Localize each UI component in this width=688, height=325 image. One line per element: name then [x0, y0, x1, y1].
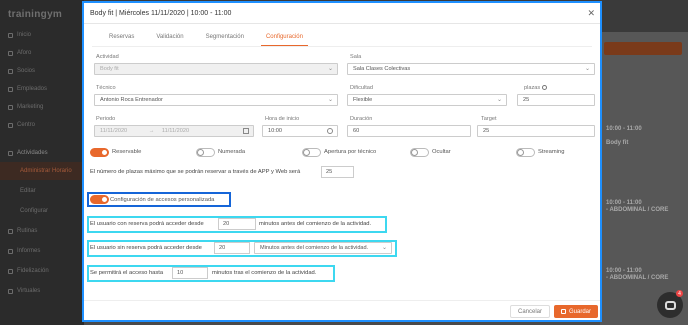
- dificultad-select[interactable]: Flexible ⌄: [347, 94, 507, 106]
- hora-inicio-label: Hora de inicio: [265, 116, 300, 122]
- clock-icon: [327, 128, 333, 134]
- virtual-icon: [8, 288, 13, 294]
- tab-configuracion[interactable]: Configuración: [255, 30, 314, 46]
- acceso-hasta-suffix: minutos tras el comienzo de la actividad…: [212, 270, 317, 276]
- plazas-input[interactable]: 25: [517, 94, 595, 106]
- home-icon: [8, 32, 13, 38]
- nav-marketing[interactable]: Marketing: [0, 98, 84, 116]
- report-icon: [8, 248, 13, 254]
- footer-divider: [84, 300, 600, 301]
- con-reserva-suffix: minutos antes del comienzo de la activid…: [259, 221, 372, 227]
- tab-segmentacion[interactable]: Segmentación: [195, 30, 255, 44]
- acceso-hasta-label: Se permitirá el acceso hasta: [90, 270, 164, 276]
- nav-socios[interactable]: Socios: [0, 62, 84, 80]
- app-logo: trainingym: [8, 9, 63, 20]
- actividad-select: Body fit ⌄: [94, 63, 338, 75]
- numerada-toggle[interactable]: [196, 148, 215, 157]
- chevron-down-icon: ⌄: [496, 97, 502, 103]
- sala-label: Sala: [350, 54, 362, 60]
- plazas-label: plazas: [524, 85, 548, 91]
- apertura-tecnico-label: Apertura por técnico: [324, 149, 377, 155]
- chevron-down-icon: ⌄: [327, 97, 333, 103]
- loyalty-icon: [8, 268, 13, 274]
- nav-editar[interactable]: Editar: [0, 182, 84, 200]
- periodo-label: Periodo: [96, 116, 116, 122]
- con-reserva-input[interactable]: 20: [218, 218, 256, 230]
- sin-reserva-input[interactable]: 20: [214, 242, 250, 254]
- tab-reservas[interactable]: Reservas: [98, 30, 145, 44]
- users-icon: [8, 68, 13, 74]
- chat-badge: 4: [676, 290, 683, 297]
- nav-inicio[interactable]: Inicio: [0, 26, 84, 44]
- reservable-label: Reservable: [112, 149, 142, 155]
- nav-fidelizacion[interactable]: Fidelización: [0, 262, 84, 280]
- cancel-button[interactable]: Cancelar: [510, 305, 550, 318]
- chevron-down-icon: ⌄: [584, 66, 590, 72]
- dificultad-label: Dificultad: [350, 85, 374, 91]
- acceso-hasta-input[interactable]: 10: [172, 267, 208, 279]
- schedule-card[interactable]: 10:00 - 11:00- ABDOMINAL / CORE: [606, 268, 682, 282]
- numerada-label: Numerada: [218, 149, 246, 155]
- config-accesos-toggle[interactable]: [90, 195, 109, 204]
- ocultar-toggle[interactable]: [410, 148, 429, 157]
- nav-informes[interactable]: Informes: [0, 242, 84, 260]
- tecnico-label: Técnico: [96, 85, 116, 91]
- con-reserva-label: El usuario con reserva podrá acceder des…: [90, 221, 204, 227]
- ocultar-label: Ocultar: [432, 149, 451, 155]
- routine-icon: [8, 228, 13, 234]
- target-label: Target: [481, 116, 497, 122]
- sala-select[interactable]: Sala Clases Colectivas ⌄: [347, 63, 595, 75]
- nav-empleados[interactable]: Empleados: [0, 80, 84, 98]
- chevron-down-icon: ⌄: [381, 245, 387, 251]
- employees-icon: [8, 86, 13, 92]
- aforo-icon: [8, 50, 13, 56]
- chat-icon: [664, 300, 676, 310]
- apertura-tecnico-toggle[interactable]: [302, 148, 321, 157]
- nav-administrar-horario[interactable]: Administrar Horario: [0, 162, 84, 180]
- calendar-icon: [8, 150, 13, 156]
- streaming-toggle[interactable]: [516, 148, 535, 157]
- modal-tabs: Reservas Validación Segmentación Configu…: [98, 30, 314, 46]
- max-plazas-text: El número de plazas máximo que se podrán…: [90, 169, 301, 175]
- nav-centro[interactable]: Centro: [0, 116, 84, 134]
- nav-configurar[interactable]: Configurar: [0, 202, 84, 220]
- building-icon: [8, 122, 13, 128]
- tab-validacion[interactable]: Validación: [145, 30, 194, 44]
- save-button[interactable]: Guardar: [554, 305, 598, 318]
- activity-modal: Body fit | Miércoles 11/11/2020 | 10:00 …: [82, 1, 602, 322]
- actividad-label: Actividad: [96, 54, 119, 60]
- periodo-range: 11/11/2020 → 11/11/2020: [94, 125, 254, 137]
- reservable-toggle[interactable]: [90, 148, 109, 157]
- streaming-label: Streaming: [538, 149, 565, 155]
- duracion-input[interactable]: 60: [347, 125, 471, 137]
- chat-button[interactable]: 4: [657, 290, 683, 318]
- modal-title: Body fit | Miércoles 11/11/2020 | 10:00 …: [84, 3, 600, 24]
- nav-actividades[interactable]: Actividades: [0, 144, 84, 162]
- marketing-icon: [8, 104, 13, 110]
- sin-reserva-label: El usuario sin reserva podrá acceder des…: [90, 245, 202, 251]
- info-icon: [542, 85, 548, 91]
- sidebar: trainingym Inicio Aforo Socios Empleados…: [0, 0, 84, 325]
- sin-reserva-select[interactable]: Minutos antes del comienzo de la activid…: [254, 242, 392, 254]
- save-icon: [560, 309, 566, 314]
- chevron-down-icon: ⌄: [327, 66, 333, 72]
- right-panel-action-button[interactable]: [604, 42, 682, 55]
- schedule-card[interactable]: 10:00 - 11:00 Body fit: [606, 126, 682, 147]
- close-icon[interactable]: ✕: [587, 8, 595, 19]
- duracion-label: Duración: [350, 116, 373, 122]
- tab-divider: [92, 46, 592, 47]
- calendar-icon: [243, 128, 249, 134]
- nav-aforo[interactable]: Aforo: [0, 44, 84, 62]
- schedule-card[interactable]: 10:00 - 11:00- ABDOMINAL / CORE: [606, 200, 682, 214]
- config-accesos-label: Configuración de accesos personalizada: [110, 197, 215, 203]
- hora-inicio-input[interactable]: 10:00: [262, 125, 338, 137]
- nav-rutinas[interactable]: Rutinas: [0, 222, 84, 240]
- tecnico-select[interactable]: Antonio Roca Entrenador ⌄: [94, 94, 338, 106]
- target-input[interactable]: 25: [477, 125, 595, 137]
- max-plazas-input[interactable]: 25: [321, 166, 354, 178]
- nav-virtuales[interactable]: Virtuales: [0, 282, 84, 300]
